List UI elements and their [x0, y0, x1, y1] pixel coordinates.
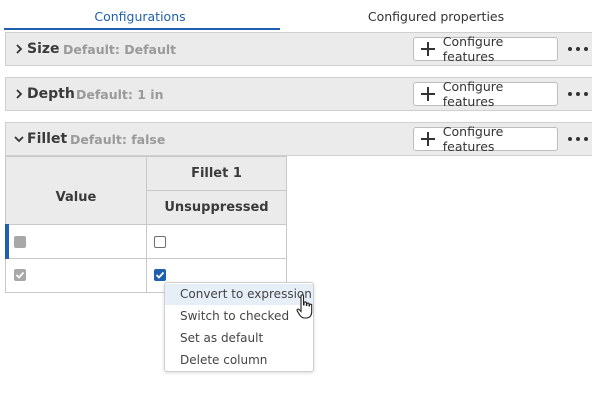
- tab-configurations[interactable]: Configurations: [0, 9, 280, 24]
- value-checkbox-checked: [14, 269, 26, 281]
- tab-configured-properties[interactable]: Configured properties: [280, 9, 592, 24]
- selected-row-marker: [5, 224, 9, 259]
- section-title: Size: [27, 41, 60, 57]
- context-menu: Convert to expression Switch to checked …: [164, 282, 314, 372]
- configure-features-label: Configure features: [442, 79, 504, 109]
- section-fillet[interactable]: Fillet Default: false Configure features: [5, 122, 592, 156]
- menu-item-convert-to-expression[interactable]: Convert to expression: [165, 284, 313, 305]
- section-default: Default: false: [70, 132, 166, 147]
- menu-item-set-as-default[interactable]: Set as default: [165, 328, 313, 349]
- more-icon[interactable]: [568, 137, 588, 143]
- hand-pointer-icon: [296, 294, 313, 319]
- feature-column-header[interactable]: Fillet 1: [146, 156, 287, 191]
- value-cell[interactable]: [5, 258, 147, 293]
- feature-subheader: Unsuppressed: [146, 190, 287, 225]
- more-icon[interactable]: [568, 47, 588, 53]
- menu-item-switch-to-checked[interactable]: Switch to checked: [165, 306, 313, 327]
- section-title: Depth: [27, 86, 75, 102]
- chevron-right-icon[interactable]: [13, 86, 25, 102]
- section-default: Default: Default: [63, 42, 177, 57]
- value-checkbox-disabled: [14, 236, 26, 248]
- configuration-table: Value Fillet 1 Unsuppressed: [5, 156, 287, 293]
- value-cell[interactable]: [5, 224, 147, 259]
- configure-features-button[interactable]: Configure features: [413, 34, 558, 64]
- fillet-checkbox-checked[interactable]: [154, 269, 166, 281]
- plus-icon: [421, 42, 435, 56]
- configure-features-label: Configure features: [442, 124, 504, 154]
- fillet-cell[interactable]: [146, 224, 287, 259]
- plus-icon: [421, 132, 435, 146]
- section-size[interactable]: Size Default: Default Configure features: [5, 32, 592, 66]
- section-title: Fillet: [27, 131, 68, 147]
- more-icon[interactable]: [568, 92, 588, 98]
- configure-features-label: Configure features: [442, 34, 504, 64]
- section-default: Default: 1 in: [76, 87, 164, 102]
- check-icon: [15, 271, 25, 279]
- tab-bar: Configurations Configured properties: [0, 0, 592, 31]
- fillet-checkbox[interactable]: [154, 236, 166, 248]
- value-column-header: Value: [5, 156, 147, 225]
- table-row[interactable]: [5, 224, 287, 259]
- chevron-down-icon[interactable]: [13, 131, 25, 147]
- active-tab-indicator: [4, 28, 280, 30]
- check-icon: [155, 271, 165, 279]
- configure-features-button[interactable]: Configure features: [413, 79, 558, 109]
- configure-features-button[interactable]: Configure features: [413, 124, 558, 154]
- chevron-right-icon[interactable]: [13, 41, 25, 57]
- menu-item-delete-column[interactable]: Delete column: [165, 350, 313, 371]
- plus-icon: [421, 87, 435, 101]
- section-depth[interactable]: Depth Default: 1 in Configure features: [5, 77, 592, 111]
